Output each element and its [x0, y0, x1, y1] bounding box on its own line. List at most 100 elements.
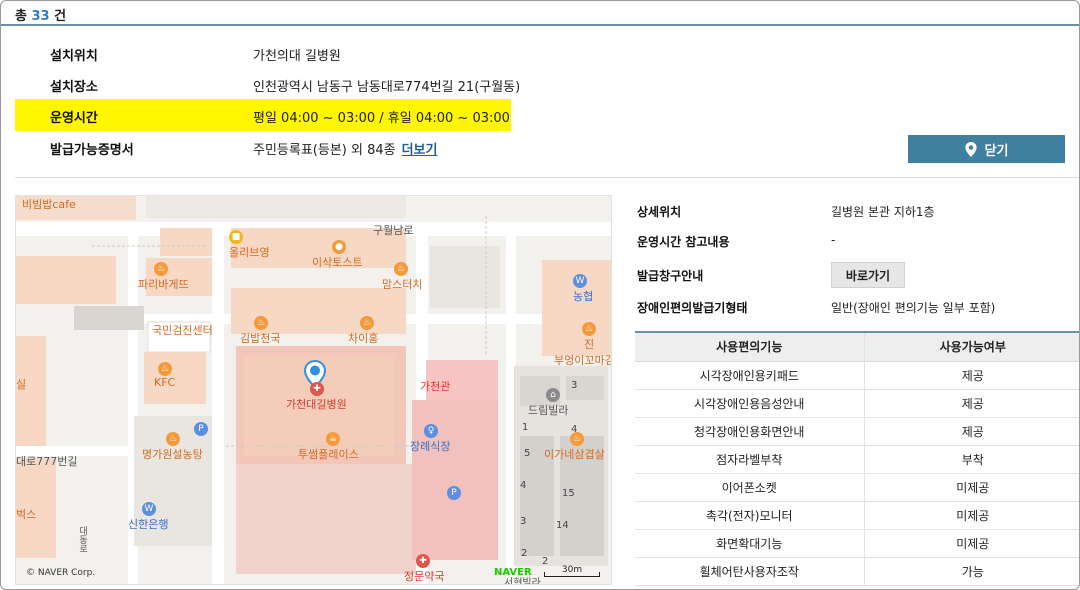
cafe-icon: ☕ [326, 432, 340, 446]
map-poi[interactable]: ✚ 정문약국 [404, 554, 444, 584]
table-row: 화면확대기능 미제공 [635, 529, 1079, 558]
info-label: 운영시간 [50, 111, 98, 126]
close-button[interactable]: 닫기 [908, 135, 1065, 163]
naver-logo: NAVER [494, 567, 532, 578]
map-road-label: 구월남로 [373, 224, 414, 237]
hospital-icon: ✚ [310, 382, 324, 396]
map-road-label: 대동로 [77, 526, 87, 553]
map-poi[interactable]: ⌂ 드림빌라 [528, 388, 568, 418]
info-label: 발급가능증명서 [50, 143, 134, 158]
map-poi[interactable]: ♀ 장례식장 [410, 424, 450, 454]
table-row: 촉각(전자)모니터 미제공 [635, 501, 1079, 530]
map-poi[interactable]: ☕ 투썸플레이스 [298, 432, 359, 462]
info-row-place: 설치장소 인천광역시 남동구 남동대로774번길 21(구월동) [15, 68, 520, 100]
info-row-certificates: 발급가능증명서 주민등록표(등본) 외 84종 더보기 [15, 131, 511, 163]
table-row: 점자라벨부착 부착 [635, 445, 1079, 474]
map-poi[interactable]: ♨ 김밥천국 [240, 316, 280, 346]
map-poi[interactable]: ♨ 맘스터치 [382, 262, 422, 292]
map-label: 가천관 [420, 380, 451, 393]
food-icon: ♨ [360, 316, 374, 330]
map-label: 국민검진센터 [152, 324, 213, 337]
map-poi[interactable]: ♨ 파리바게뜨 [138, 262, 189, 292]
food-icon: ♨ [582, 322, 596, 336]
bakery-icon: ♨ [154, 262, 168, 276]
detail-label: 운영시간 참고내용 [637, 235, 730, 249]
food-icon: ♨ [394, 262, 408, 276]
detail-value: 길병원 본관 지하1층 [831, 205, 935, 219]
food-icon: ♨ [166, 432, 180, 446]
map-poi[interactable]: W 농협 [573, 274, 593, 304]
building-icon: ⌂ [546, 388, 560, 402]
detail-value: - [831, 233, 836, 247]
detail-label: 발급창구안내 [637, 269, 704, 283]
info-row-location: 설치위치 가천의대 길병원 [15, 37, 511, 69]
detail-row: 발급창구안내 바로가기 [635, 261, 1079, 291]
building-number: 3 [520, 516, 527, 527]
building-number: 4 [571, 424, 578, 435]
table-row: 휠체어탄사용자조작 가능 [635, 557, 1079, 586]
detail-row: 상세위치 길병원 본관 지하1층 [635, 197, 1079, 227]
building-number: 14 [556, 520, 569, 531]
info-value: 가천의대 길병원 [253, 49, 341, 64]
building-number: 15 [562, 488, 575, 499]
food-icon: ♨ [158, 362, 172, 376]
map-road-label: 대로777번길 [16, 455, 78, 468]
map-scale: 30m [544, 565, 600, 577]
table-header-row: 사용편의기능 사용가능여부 [635, 331, 1079, 362]
detail-row: 장애인편의발급기형태 일반(장애인 편의기능 일부 포함) [635, 293, 1079, 323]
detail-label: 상세위치 [637, 205, 682, 219]
table-row: 시각장애인용음성안내 제공 [635, 389, 1079, 418]
bank-icon: W [573, 274, 587, 288]
info-value: 인천광역시 남동구 남동대로774번길 21(구월동) [253, 80, 521, 95]
detail-value: 일반(장애인 편의기능 일부 포함) [831, 301, 996, 315]
location-map[interactable]: 비빔밥cafe 구월남로 ■ 올리브영 ● 이삭토스트 ♨ 파리바게뜨 ♨ 맘스터치 W… [15, 195, 612, 585]
shop-icon: ■ [229, 230, 243, 244]
info-value: 평일 04:00 ~ 03:00 / 휴일 04:00 ~ 03:00 [253, 111, 510, 126]
parking-icon[interactable]: P [447, 486, 463, 500]
result-count: 총 33 건 [15, 9, 67, 24]
result-count-bar: 총 33 건 [1, 1, 1079, 26]
info-row-hours: 운영시간 평일 04:00 ~ 03:00 / 휴일 04:00 ~ 03:00 [15, 99, 511, 131]
table-row: 이어폰소켓 미제공 [635, 473, 1079, 502]
map-poi[interactable]: W 신한은행 [128, 502, 168, 532]
building-number: 4 [520, 480, 527, 491]
map-label: 비빔밥cafe [22, 198, 76, 211]
map-label: 벅스 [16, 508, 37, 521]
kiosk-detail-panel: 총 33 건 설치위치 가천의대 길병원 설치장소 인천광역시 남동구 남동대로… [0, 0, 1080, 590]
food-icon: ● [332, 240, 346, 254]
detail-row: 운영시간 참고내용 - [635, 227, 1079, 257]
map-poi[interactable]: ♨ 명가원설농탕 [142, 432, 203, 462]
map-poi[interactable]: ● 이삭토스트 [312, 240, 363, 270]
info-label: 설치위치 [50, 49, 98, 64]
result-count-number: 33 [31, 9, 50, 24]
pharmacy-icon: ✚ [416, 554, 430, 568]
table-row: 청각장애인용화면안내 제공 [635, 417, 1079, 446]
building-number: 3 [571, 380, 578, 391]
location-pin-icon [964, 141, 977, 157]
building-number: 5 [524, 448, 531, 459]
map-poi[interactable]: ♨ 이가네삼겹살 [544, 432, 605, 462]
building-number: 2 [521, 548, 528, 559]
go-to-window-button[interactable]: 바로가기 [831, 262, 905, 288]
map-poi[interactable]: ♨ 차이홍 [348, 316, 378, 346]
table-header: 사용편의기능 [635, 331, 865, 362]
map-poi[interactable]: ♨ KFC [154, 362, 175, 389]
map-poi[interactable]: ■ 올리브영 [229, 230, 269, 260]
info-label: 설치장소 [50, 80, 98, 95]
food-icon: ♨ [254, 316, 268, 330]
facility-icon: ♀ [424, 424, 438, 438]
table-header: 사용가능여부 [864, 331, 1079, 362]
map-copyright: © NAVER Corp. [26, 568, 96, 578]
more-link[interactable]: 더보기 [402, 143, 438, 158]
detail-label: 장애인편의발급기형태 [637, 301, 748, 315]
table-row: 시각장애인용키패드 제공 [635, 361, 1079, 390]
divider [15, 177, 1079, 178]
map-poi[interactable]: ♨ 진 부엉이꼬마김 [554, 322, 611, 368]
building-number: 1 [522, 422, 529, 433]
bank-icon: W [142, 502, 156, 516]
info-value: 주민등록표(등본) 외 84종 더보기 [253, 143, 438, 158]
map-poi-hospital[interactable]: ✚ 가천대길병원 [286, 382, 347, 412]
map-label: 실 [16, 378, 27, 391]
parking-icon[interactable]: P [194, 422, 210, 436]
accessibility-features-table: 사용편의기능 사용가능여부 시각장애인용키패드 제공 시각장애인용음성안내 제공 청… [635, 331, 1079, 586]
